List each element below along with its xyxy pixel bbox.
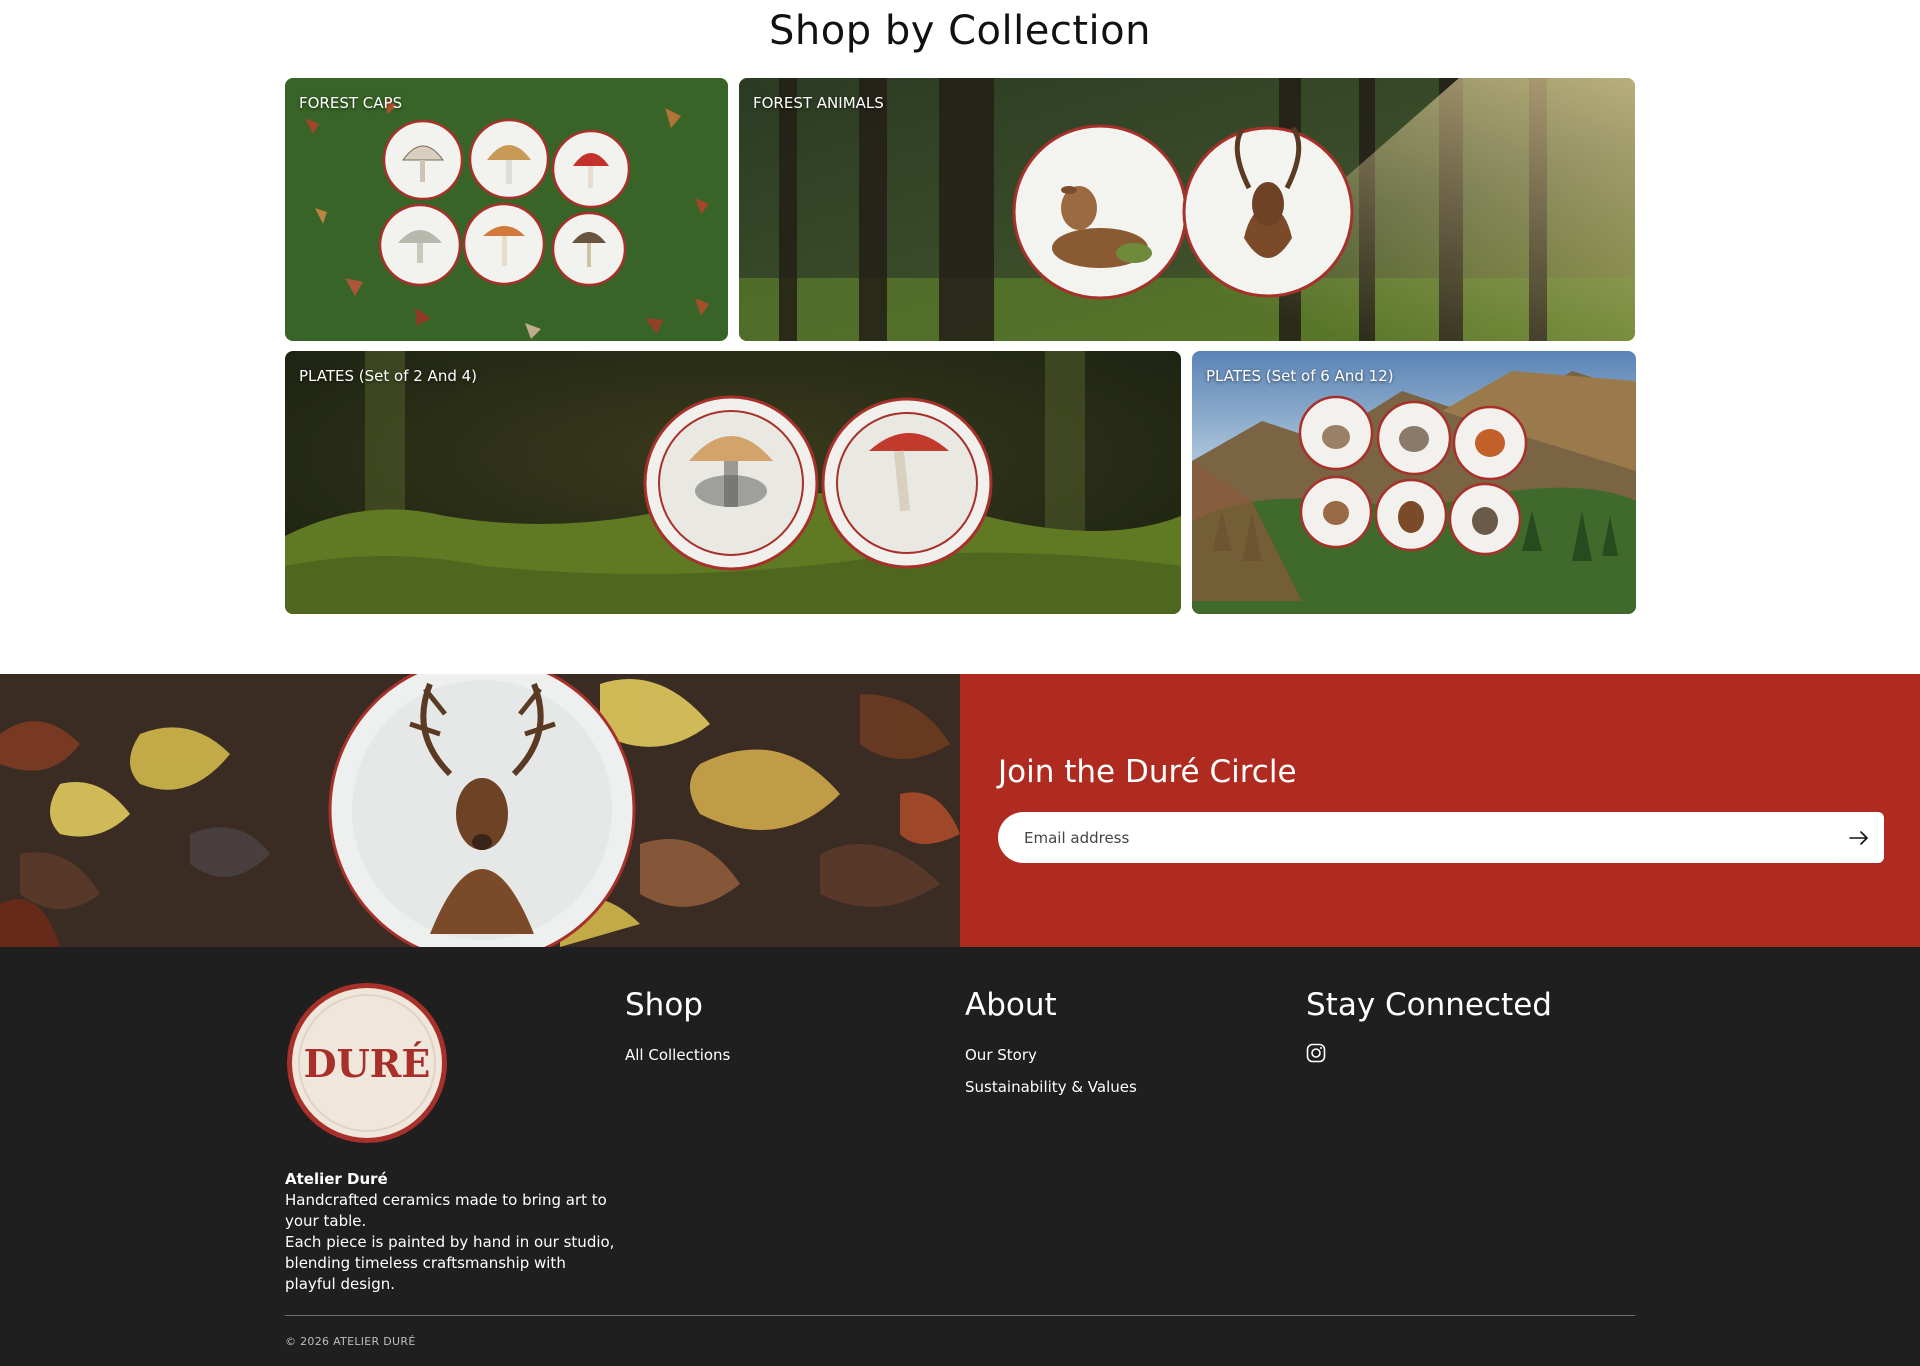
logo-text: DURÉ — [304, 1041, 431, 1086]
brand-name: Atelier Duré — [285, 1170, 388, 1188]
brand-line: Each piece is painted by hand in our stu… — [285, 1233, 615, 1251]
copyright-text: © 2026 ATELIER DURÉ — [285, 1335, 416, 1348]
collection-tile-plates-6-12[interactable]: PLATES (Set of 6 And 12) — [1192, 351, 1636, 614]
footer-heading-shop: Shop — [625, 987, 703, 1023]
collection-tile-forest-caps[interactable]: FOREST CAPS — [285, 78, 728, 341]
footer-link-our-story[interactable]: Our Story — [965, 1039, 1137, 1071]
forest-caps-image — [285, 78, 728, 341]
newsletter-panel: Join the Duré Circle — [960, 674, 1920, 947]
newsletter-heading: Join the Duré Circle — [998, 754, 1297, 790]
footer-divider — [285, 1315, 1635, 1316]
footer-heading-connect: Stay Connected — [1306, 987, 1552, 1023]
brand-line: your table. — [285, 1212, 367, 1230]
tile-label: FOREST CAPS — [299, 94, 403, 112]
forest-animals-image — [739, 78, 1635, 341]
footer-column-connect: Stay Connected — [1306, 987, 1552, 1067]
footer-link-all-collections[interactable]: All Collections — [625, 1039, 730, 1071]
footer-column-about: About Our Story Sustainability & Values — [965, 987, 1137, 1103]
collection-tile-plates-2-4[interactable]: PLATES (Set of 2 And 4) — [285, 351, 1181, 614]
brand-description: Atelier Duré Handcrafted ceramics made t… — [285, 1169, 625, 1295]
brand-logo[interactable]: DURÉ — [285, 981, 449, 1145]
email-input[interactable] — [998, 812, 1862, 863]
footer-heading-about: About — [965, 987, 1057, 1023]
tile-label: PLATES (Set of 6 And 12) — [1206, 367, 1394, 385]
newsletter-image — [0, 674, 960, 947]
footer: DURÉ Atelier Duré Handcrafted ceramics m… — [0, 947, 1920, 1366]
arrow-right-icon — [1848, 830, 1868, 845]
newsletter-section: Join the Duré Circle — [0, 674, 1920, 947]
collection-tile-forest-animals[interactable]: FOREST ANIMALS — [739, 78, 1635, 341]
brand-line: Handcrafted ceramics made to bring art t… — [285, 1191, 607, 1209]
tile-label: PLATES (Set of 2 And 4) — [299, 367, 478, 385]
brand-line: blending timeless craftsmanship with — [285, 1254, 566, 1272]
footer-link-sustainability[interactable]: Sustainability & Values — [965, 1071, 1137, 1103]
subscribe-button[interactable] — [1833, 812, 1884, 863]
dure-logo-plate: DURÉ — [287, 983, 447, 1143]
brand-line: playful design. — [285, 1275, 396, 1293]
instagram-icon[interactable] — [1306, 1043, 1326, 1067]
footer-column-shop: Shop All Collections — [625, 987, 730, 1071]
plates-6-12-image — [1192, 351, 1636, 614]
deer-plate-leaves-image — [0, 674, 960, 947]
tile-label: FOREST ANIMALS — [753, 94, 884, 112]
section-title: Shop by Collection — [769, 8, 1151, 54]
plates-2-4-image — [285, 351, 1181, 614]
